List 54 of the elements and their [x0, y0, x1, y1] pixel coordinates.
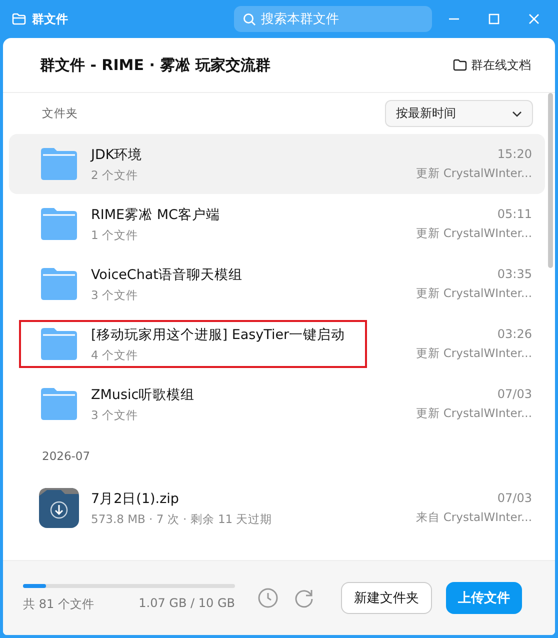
refresh-icon[interactable]	[293, 587, 315, 609]
maximize-icon[interactable]	[488, 13, 500, 25]
folder-name: [移动玩家用这个进服] EasyTier一键启动	[91, 326, 346, 344]
history-icon[interactable]	[257, 587, 279, 609]
folder-icon	[39, 387, 79, 421]
file-name: 7月2日(1).zip	[91, 490, 180, 508]
update-time: 07/03	[497, 387, 532, 401]
online-docs-link[interactable]: 群在线文档	[453, 56, 531, 74]
folder-icon	[39, 327, 79, 361]
folder-name: RIME雾凇 MC客户端	[91, 206, 220, 224]
folder-name: VoiceChat语音聊天模组	[91, 266, 242, 284]
folder-row[interactable]: JDK环境 2 个文件 15:20 更新 CrystalWInter...	[9, 134, 545, 194]
file-count: 4 个文件	[91, 348, 139, 362]
group-title: 群文件 - RIME · 雾凇 玩家交流群	[40, 56, 270, 74]
storage-usage: 1.07 GB / 10 GB	[138, 596, 235, 612]
update-time: 15:20	[497, 147, 532, 161]
folder-icon	[453, 59, 467, 71]
file-count: 1 个文件	[91, 228, 139, 242]
folder-name: ZMusic听歌模组	[91, 386, 195, 404]
folder-icon	[12, 13, 26, 25]
file-count: 3 个文件	[91, 288, 139, 302]
update-time: 03:35	[497, 267, 532, 281]
scrollbar[interactable]	[548, 93, 553, 268]
folder-row[interactable]: VoiceChat语音聊天模组 3 个文件 03:35 更新 CrystalWInter...	[9, 254, 545, 314]
window-title: 群文件	[32, 10, 68, 28]
new-folder-button[interactable]: 新建文件夹	[341, 582, 432, 614]
folder-icon	[39, 267, 79, 301]
folder-icon	[39, 147, 79, 181]
folder-row[interactable]: RIME雾凇 MC客户端 1 个文件 05:11 更新 CrystalWInter...	[9, 194, 545, 254]
file-total: 共 81 个文件	[23, 596, 94, 612]
update-time: 05:11	[497, 207, 532, 221]
close-icon[interactable]	[528, 13, 540, 25]
update-time: 03:26	[497, 327, 532, 341]
section-label: 2026-07	[42, 449, 90, 463]
updater-name: 更新 CrystalWInter...	[416, 286, 532, 301]
sort-dropdown[interactable]: 按最新时间	[385, 100, 533, 127]
uploader-name: 来自 CrystalWInter...	[416, 510, 532, 525]
updater-name: 更新 CrystalWInter...	[416, 226, 532, 241]
section-label: 文件夹	[42, 106, 78, 121]
updater-name: 更新 CrystalWInter...	[416, 346, 532, 361]
updater-name: 更新 CrystalWInter...	[416, 406, 532, 421]
folder-name: JDK环境	[91, 146, 142, 164]
file-meta: 573.8 MB · 7 次 · 剩余 11 天过期	[91, 512, 272, 526]
folder-row[interactable]: ZMusic听歌模组 3 个文件 07/03 更新 CrystalWInter...	[9, 374, 545, 434]
folder-icon	[39, 207, 79, 241]
chevron-down-icon	[512, 110, 522, 116]
folder-row[interactable]: [移动玩家用这个进服] EasyTier一键启动 4 个文件 03:26 更新 CrystalWInter...	[9, 314, 545, 374]
file-count: 2 个文件	[91, 168, 139, 182]
file-row[interactable]: 7月2日(1).zip 573.8 MB · 7 次 · 剩余 11 天过期 07/03 来自 CrystalWInter...	[9, 478, 545, 538]
upload-time: 07/03	[497, 491, 532, 505]
updater-name: 更新 CrystalWInter...	[416, 166, 532, 181]
zip-file-icon	[39, 488, 79, 528]
file-count: 3 个文件	[91, 408, 139, 422]
search-icon	[243, 12, 256, 26]
